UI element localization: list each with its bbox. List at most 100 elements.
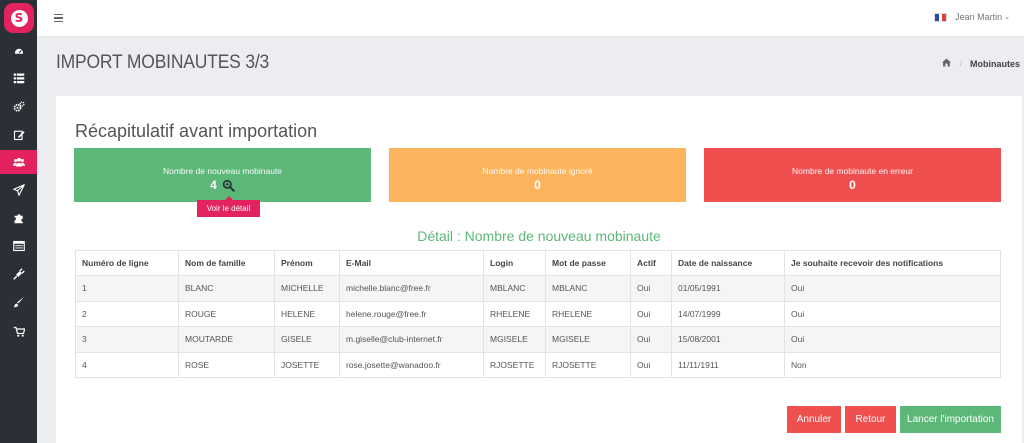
- table-cell: 2: [75, 300, 179, 327]
- sidebar-item-window[interactable]: [0, 234, 37, 258]
- page-title: IMPORT MOBINAUTES 3/3: [56, 52, 270, 73]
- table-row: 1 BLANC MICHELLE michelle.blanc@free.fr …: [75, 275, 1001, 302]
- france-flag-icon: [934, 12, 948, 22]
- table-cell: MOUTARDE: [178, 326, 275, 353]
- view-detail-tooltip: Voir le détail: [197, 196, 260, 217]
- sidebar: S: [0, 0, 37, 443]
- launch-import-button[interactable]: Lancer l'importation: [900, 406, 1001, 433]
- table-cell: helene.rouge@free.fr: [339, 300, 484, 327]
- topbar: Jean Martin ⌄: [37, 0, 1024, 37]
- table-cell: 01/05/1991: [671, 275, 785, 302]
- table-cell: michelle.blanc@free.fr: [339, 275, 484, 302]
- stat-new-label: Nombre de nouveau mobinaute: [162, 166, 283, 176]
- table-row: 4 ROSE JOSETTE rose.josette@wanadoo.fr R…: [75, 351, 1001, 378]
- table-cell: MICHELLE: [274, 275, 340, 302]
- menu-toggle-icon[interactable]: [54, 14, 63, 23]
- main-panel: Récapitulatif avant importation Nombre d…: [56, 96, 1022, 443]
- breadcrumb: / Mobinautes: [942, 58, 1020, 69]
- table-cell: MGISELE: [545, 326, 631, 353]
- stat-error-mobinautes: Nombre de mobinaute en erreur 0: [704, 148, 1001, 202]
- stat-error-value: 0: [849, 178, 856, 192]
- users-icon: [12, 157, 25, 167]
- table-cell: ROUGE: [178, 300, 275, 327]
- mobinautes-table: Numéro de ligne Nom de famille Prénom E-…: [75, 250, 1001, 378]
- list-icon: [13, 73, 24, 84]
- table-cell: GISELE: [274, 326, 340, 353]
- zoom-icon[interactable]: [222, 179, 235, 192]
- stat-ignored-label: Nombre de mobinaute ignoré: [482, 166, 593, 176]
- table-cell: 4: [75, 351, 179, 378]
- column-header: Je souhaite recevoir des notifications: [784, 250, 1001, 276]
- home-icon[interactable]: [942, 58, 952, 69]
- table-cell: RHELENE: [483, 300, 546, 327]
- detail-title: Détail : Nombre de nouveau mobinaute: [417, 228, 661, 244]
- breadcrumb-current: Mobinautes: [969, 58, 1020, 69]
- table-row: 3 MOUTARDE GISELE m.giselle@club-interne…: [75, 326, 1001, 353]
- sidebar-item-dashboard[interactable]: [0, 40, 37, 64]
- column-header: Nom de famille: [178, 250, 275, 276]
- plug-icon: [12, 268, 25, 280]
- table-cell: m.giselle@club-internet.fr: [339, 326, 484, 353]
- user-menu[interactable]: Jean Martin ⌄: [934, 12, 1010, 22]
- table-cell: Oui: [784, 275, 1001, 302]
- table-cell: RJOSETTE: [483, 351, 546, 378]
- table-cell: RJOSETTE: [545, 351, 631, 378]
- stat-error-label: Nombre de mobinaute en erreur: [792, 166, 913, 176]
- edit-icon: [13, 130, 25, 141]
- column-header: Login: [483, 250, 546, 276]
- sidebar-item-list[interactable]: [0, 66, 37, 90]
- breadcrumb-separator: /: [959, 58, 962, 69]
- column-header: Numéro de ligne: [75, 250, 179, 276]
- sidebar-item-settings[interactable]: [0, 95, 37, 119]
- table-cell: 1: [75, 275, 179, 302]
- table-cell: JOSETTE: [274, 351, 340, 378]
- column-header: Mot de passe: [545, 250, 631, 276]
- sidebar-item-plugins[interactable]: [0, 206, 37, 230]
- app-logo[interactable]: S: [4, 3, 34, 33]
- table-cell: ROSE: [178, 351, 275, 378]
- table-cell: HELENE: [274, 300, 340, 327]
- table-cell: MBLANC: [545, 275, 631, 302]
- puzzle-icon: [14, 214, 23, 224]
- sidebar-item-edit[interactable]: [0, 123, 37, 147]
- cancel-button[interactable]: Annuler: [787, 406, 841, 433]
- table-cell: Oui: [630, 326, 672, 353]
- table-cell: 3: [75, 326, 179, 353]
- dashboard-icon: [13, 47, 24, 55]
- table-cell: 14/07/1999: [671, 300, 785, 327]
- table-row: 2 ROUGE HELENE helene.rouge@free.fr RHEL…: [75, 300, 1001, 327]
- table-cell: Oui: [784, 300, 1001, 327]
- table-cell: Oui: [630, 300, 672, 327]
- table-cell: rose.josette@wanadoo.fr: [339, 351, 484, 378]
- back-button[interactable]: Retour: [845, 406, 896, 433]
- cart-icon: [13, 326, 25, 337]
- sidebar-item-send[interactable]: [0, 178, 37, 202]
- user-name: Jean Martin: [955, 12, 1003, 22]
- table-cell: MGISELE: [483, 326, 546, 353]
- sidebar-item-users[interactable]: [0, 150, 37, 174]
- stat-ignored-value: 0: [534, 178, 541, 192]
- table-cell: Oui: [630, 351, 672, 378]
- sidebar-item-theme[interactable]: [0, 290, 37, 314]
- table-cell: Non: [784, 351, 1001, 378]
- table-cell: RHELENE: [545, 300, 631, 327]
- stat-new-mobinautes: Nombre de nouveau mobinaute 4: [74, 148, 371, 202]
- table-cell: Oui: [784, 326, 1001, 353]
- column-header: Actif: [630, 250, 672, 276]
- panel-title: Récapitulatif avant importation: [75, 121, 318, 141]
- action-buttons: Annuler Retour Lancer l'importation: [783, 406, 1001, 433]
- cogs-icon: [13, 101, 25, 112]
- stat-ignored-mobinautes: Nombre de mobinaute ignoré 0: [389, 148, 686, 202]
- table-cell: Oui: [630, 275, 672, 302]
- column-header: Date de naissance: [671, 250, 785, 276]
- send-icon: [12, 184, 25, 196]
- column-header: Prénom: [274, 250, 340, 276]
- brush-icon: [13, 296, 24, 308]
- sidebar-item-shop[interactable]: [0, 320, 37, 344]
- table-cell: MBLANC: [483, 275, 546, 302]
- table-header-row: Numéro de ligne Nom de famille Prénom E-…: [75, 250, 1001, 276]
- table-cell: 11/11/1911: [671, 351, 785, 378]
- sidebar-item-plug[interactable]: [0, 262, 37, 286]
- stat-new-value: 4: [210, 178, 217, 192]
- logo-letter: S: [10, 9, 28, 27]
